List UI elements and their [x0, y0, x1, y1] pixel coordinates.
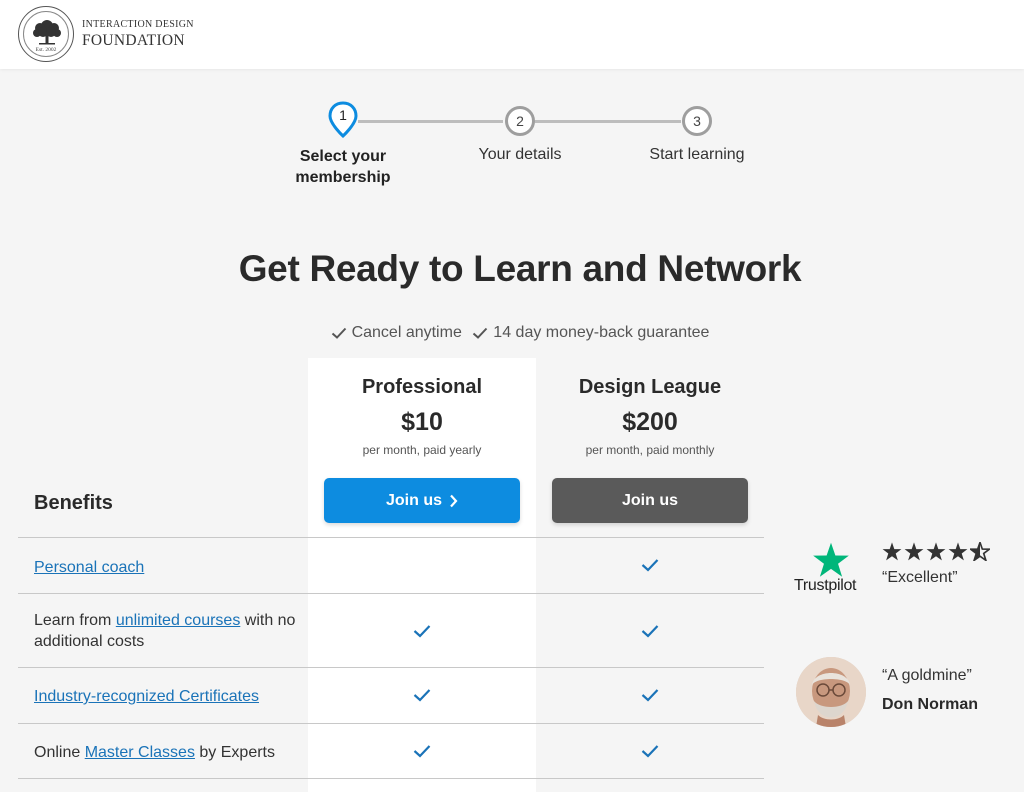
trustpilot-quote: “Excellent”	[882, 569, 958, 586]
stepper-connector	[535, 120, 681, 123]
button-label: Join us	[385, 491, 442, 509]
plan-professional: Professional $10 per month, paid yearly	[308, 372, 536, 457]
join-professional-button[interactable]: Join us	[324, 478, 520, 523]
star-full-icon	[926, 542, 946, 561]
benefits-heading: Benefits	[34, 492, 113, 514]
plan-billing-note: per month, paid monthly	[585, 443, 715, 457]
logo-line-1: INTERACTION DESIGN	[82, 18, 194, 30]
design-league-check-icon	[641, 559, 659, 572]
plan-name: Design League	[578, 376, 722, 398]
step-number: 2	[505, 106, 535, 136]
membership-stepper: 1 Select your membership 2 Your details …	[0, 101, 1024, 194]
benefit-row: Industry-recognized Certificates	[18, 667, 764, 723]
logo-est-text: Est. 2002	[35, 47, 57, 53]
star-full-icon	[948, 542, 968, 561]
page-title: Get Ready to Learn and Network	[238, 248, 802, 289]
guarantee-list: Cancel anytime 14 day money-back guarant…	[0, 324, 1024, 344]
step-number: 3	[682, 106, 712, 136]
star-half-icon	[970, 542, 990, 561]
benefit-text: Learn from	[34, 612, 116, 629]
don-norman-name: Don Norman	[882, 696, 978, 713]
design-league-check-icon	[641, 745, 659, 758]
guarantee-item: 14 day money-back guarantee	[472, 324, 709, 342]
benefit-label: Online Master Classes by Experts	[34, 742, 304, 763]
active-step-pin-icon: 1	[328, 101, 358, 139]
certificates-link[interactable]: Industry-recognized Certificates	[34, 688, 259, 705]
benefit-text: Online	[34, 744, 85, 761]
professional-check-icon	[413, 745, 431, 758]
benefit-text: by Experts	[194, 744, 275, 761]
don-norman-quote: “A goldmine”	[882, 667, 972, 684]
don-norman-avatar	[796, 657, 866, 727]
design-league-check-icon	[641, 689, 659, 702]
plan-design-league: Design League $200 per month, paid month…	[536, 372, 764, 457]
check-icon	[331, 327, 346, 339]
stepper-connector	[358, 120, 503, 123]
rating-stars	[882, 542, 992, 561]
benefit-label: Learn from unlimited courses with no add…	[34, 610, 304, 652]
plan-name: Professional	[361, 376, 483, 398]
benefit-row: Personal coach	[18, 537, 764, 593]
plan-billing-note: per month, paid yearly	[362, 443, 482, 457]
personal-coach-link[interactable]: Personal coach	[34, 559, 144, 576]
benefit-row: Online Master Classes by Experts	[18, 723, 764, 779]
design-league-check-icon	[641, 625, 659, 638]
step-label: Your details	[478, 146, 562, 163]
master-classes-link[interactable]: Master Classes	[85, 744, 195, 761]
trustpilot-label: Trustpilot	[794, 577, 857, 594]
trustpilot-star-icon	[813, 542, 849, 577]
benefit-label: Personal coach	[34, 557, 304, 578]
tree-logo-icon: Est. 2002	[18, 6, 74, 62]
logo-line-2: FOUNDATION	[82, 31, 185, 49]
step-number: 1	[339, 107, 347, 123]
professional-check-icon	[413, 625, 431, 638]
join-design-league-button[interactable]: Join us	[552, 478, 748, 523]
star-full-icon	[904, 542, 924, 561]
portrait-image	[796, 657, 866, 727]
top-header: Est. 2002 INTERACTION DESIGN FOUNDATION	[0, 0, 1024, 69]
guarantee-text: Cancel anytime	[351, 324, 462, 341]
plan-price: $200	[622, 408, 678, 436]
benefit-label: Industry-recognized Certificates	[34, 686, 304, 707]
professional-check-icon	[413, 689, 431, 702]
logo-wordmark: INTERACTION DESIGN FOUNDATION	[82, 18, 194, 49]
guarantee-item: Cancel anytime	[331, 324, 462, 342]
ixdf-logo[interactable]: Est. 2002 INTERACTION DESIGN FOUNDATION	[18, 6, 194, 62]
check-icon	[473, 327, 488, 339]
star-full-icon	[882, 542, 902, 561]
step-label: Start learning	[649, 146, 745, 163]
guarantee-text: 14 day money-back guarantee	[493, 324, 710, 341]
plan-price: $10	[401, 408, 443, 436]
button-label: Join us	[621, 491, 678, 509]
benefit-row: Learn from unlimited courses with no add…	[18, 593, 764, 667]
step-label: Select your membership	[295, 148, 391, 186]
chevron-right-icon	[450, 494, 458, 507]
unlimited-courses-link[interactable]: unlimited courses	[116, 612, 241, 629]
